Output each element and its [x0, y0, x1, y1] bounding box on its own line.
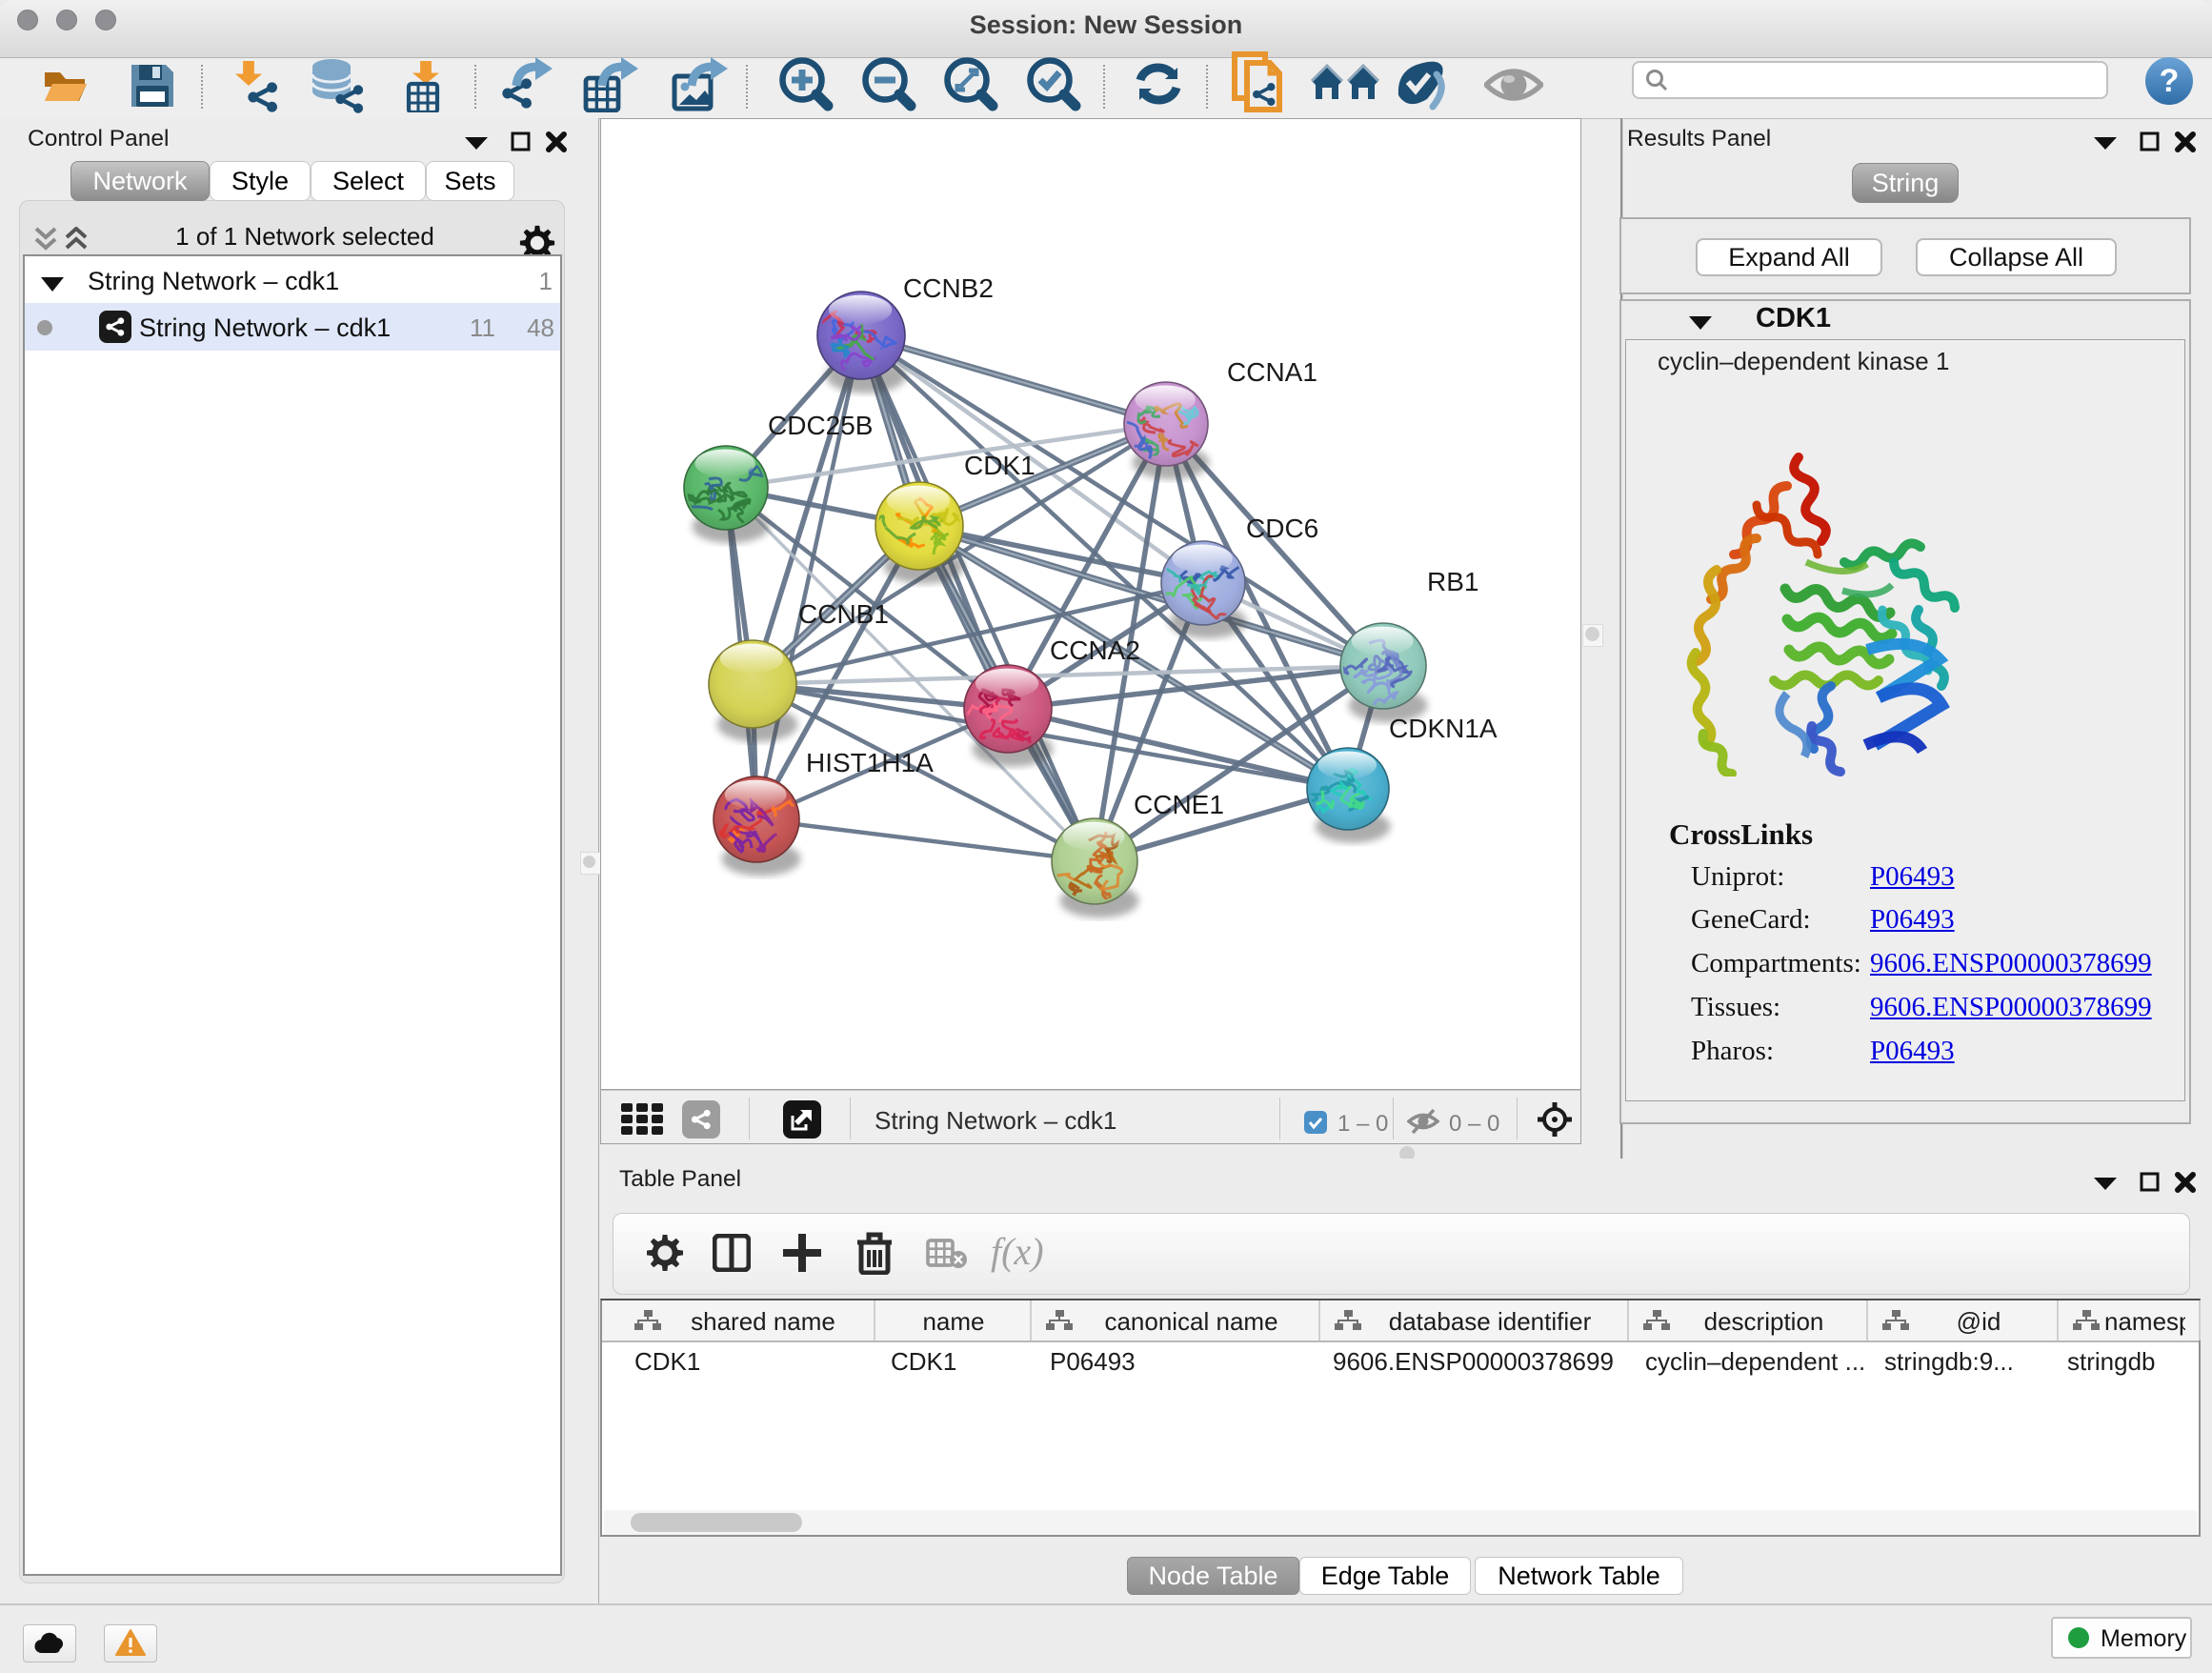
svg-text:CDKN1A: CDKN1A [1389, 714, 1498, 743]
svg-text:CCNA1: CCNA1 [1227, 357, 1317, 387]
svg-text:CCNB1: CCNB1 [798, 599, 889, 629]
svg-text:CDC6: CDC6 [1246, 514, 1318, 543]
svg-text:CCNA2: CCNA2 [1050, 635, 1140, 665]
svg-text:CDK1: CDK1 [964, 451, 1036, 480]
svg-text:CDC25B: CDC25B [768, 411, 873, 440]
svg-text:CCNB2: CCNB2 [903, 273, 994, 303]
svg-text:CCNE1: CCNE1 [1134, 790, 1224, 819]
svg-text:HIST1H1A: HIST1H1A [806, 748, 934, 777]
svg-text:RB1: RB1 [1427, 567, 1478, 596]
